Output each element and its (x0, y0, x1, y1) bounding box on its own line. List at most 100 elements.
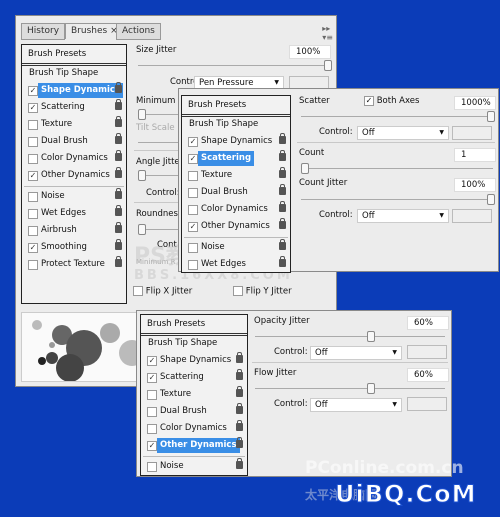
lock-icon[interactable] (236, 458, 243, 469)
checkbox[interactable]: ✓ (147, 373, 157, 383)
checkbox[interactable] (188, 205, 198, 215)
list-item[interactable]: ✓ Other Dynamics (24, 167, 124, 183)
list-item[interactable]: ✓ Other Dynamics (143, 437, 245, 453)
panel-menu-icon[interactable]: ▸▸ ▾≡ (322, 24, 333, 42)
checkbox[interactable] (28, 137, 38, 147)
tab-history[interactable]: History (21, 23, 66, 40)
list-item[interactable]: ✓ Scattering (24, 99, 124, 115)
count-input[interactable]: 1 (454, 148, 496, 162)
list-item[interactable]: Noise (143, 458, 245, 474)
lock-icon[interactable] (115, 256, 122, 267)
lock-icon[interactable] (236, 420, 243, 431)
lock-icon[interactable] (115, 133, 122, 144)
checkbox[interactable]: ✓ (28, 171, 38, 181)
control-dropdown[interactable]: Off (310, 346, 402, 360)
lock-icon[interactable] (115, 150, 122, 161)
checkbox[interactable] (147, 424, 157, 434)
scatter-slider[interactable] (301, 111, 495, 122)
list-item[interactable]: Noise (24, 188, 124, 204)
checkbox[interactable] (147, 407, 157, 417)
control-dropdown[interactable]: Off (357, 209, 449, 223)
checkbox[interactable] (147, 390, 157, 400)
count-jitter-input[interactable]: 100% (454, 178, 496, 192)
list-item[interactable]: ✓ Other Dynamics (184, 218, 288, 234)
checkbox[interactable] (28, 226, 38, 236)
checkbox[interactable] (28, 120, 38, 130)
list-item[interactable]: ✓ Scattering (184, 150, 288, 166)
checkbox[interactable]: ✓ (188, 222, 198, 232)
list-item[interactable]: Texture (24, 116, 124, 132)
lock-icon[interactable] (115, 82, 122, 93)
list-item[interactable]: ✓ Scattering (143, 369, 245, 385)
checkbox[interactable] (28, 209, 38, 219)
lock-icon[interactable] (115, 116, 122, 127)
lock-icon[interactable] (236, 403, 243, 414)
list-item[interactable]: Color Dynamics (143, 420, 245, 436)
checkbox[interactable] (188, 171, 198, 181)
list-item[interactable]: Dual Brush (24, 133, 124, 149)
list-item[interactable]: Protect Texture (24, 256, 124, 272)
brush-tip-shape-item[interactable]: Brush Tip Shape (184, 117, 288, 132)
lock-icon[interactable] (279, 133, 286, 144)
lock-icon[interactable] (279, 256, 286, 267)
lock-icon[interactable] (115, 167, 122, 178)
size-jitter-input[interactable]: 100% (289, 45, 331, 59)
checkbox[interactable]: ✓ (147, 356, 157, 366)
lock-icon[interactable] (279, 150, 286, 161)
brush-tip-shape-item[interactable]: Brush Tip Shape (143, 336, 245, 351)
list-item[interactable]: ✓ Shape Dynamics (184, 133, 288, 149)
list-item[interactable]: Color Dynamics (24, 150, 124, 166)
checkbox[interactable] (28, 154, 38, 164)
lock-icon[interactable] (115, 205, 122, 216)
list-item[interactable]: Wet Edges (184, 256, 288, 272)
lock-icon[interactable] (279, 201, 286, 212)
checkbox[interactable]: ✓ (28, 86, 38, 96)
checkbox[interactable]: ✓ (147, 441, 157, 451)
flip-y-checkbox[interactable]: Flip Y Jitter (233, 286, 292, 297)
brush-tip-shape-item[interactable]: Brush Tip Shape (24, 66, 124, 81)
checkbox[interactable]: ✓ (28, 243, 38, 253)
lock-icon[interactable] (236, 352, 243, 363)
lock-icon[interactable] (115, 188, 122, 199)
list-item[interactable]: ✓ Shape Dynamics (143, 352, 245, 368)
brush-presets-item[interactable]: Brush Presets (22, 45, 126, 66)
list-item[interactable]: Texture (184, 167, 288, 183)
brush-presets-item[interactable]: Brush Presets (182, 96, 290, 117)
checkbox[interactable]: ✓ (188, 154, 198, 164)
count-slider[interactable] (301, 163, 493, 174)
checkbox[interactable]: ✓ (28, 103, 38, 113)
list-item[interactable]: Dual Brush (184, 184, 288, 200)
lock-icon[interactable] (115, 239, 122, 250)
list-item[interactable]: Texture (143, 386, 245, 402)
lock-icon[interactable] (115, 99, 122, 110)
list-item[interactable]: ✓ Smoothing (24, 239, 124, 255)
lock-icon[interactable] (279, 218, 286, 229)
lock-icon[interactable] (236, 369, 243, 380)
lock-icon[interactable] (115, 222, 122, 233)
tab-actions[interactable]: Actions (116, 23, 161, 40)
checkbox[interactable] (28, 260, 38, 270)
lock-icon[interactable] (236, 437, 243, 448)
list-item[interactable]: Noise (184, 239, 288, 255)
flow-jitter-slider[interactable] (255, 383, 445, 394)
flow-jitter-input[interactable]: 60% (407, 368, 449, 382)
both-axes-checkbox[interactable]: ✓ Both Axes (364, 96, 419, 106)
tab-brushes[interactable]: Brushes × (65, 23, 124, 39)
lock-icon[interactable] (236, 386, 243, 397)
control-dropdown[interactable]: Off (310, 398, 402, 412)
checkbox[interactable] (147, 462, 157, 472)
lock-icon[interactable] (279, 239, 286, 250)
checkbox[interactable]: ✓ (188, 137, 198, 147)
opacity-jitter-input[interactable]: 60% (407, 316, 449, 330)
brush-presets-item[interactable]: Brush Presets (141, 315, 247, 336)
opacity-jitter-slider[interactable] (255, 331, 445, 342)
flip-x-checkbox[interactable]: Flip X Jitter (133, 286, 192, 297)
lock-icon[interactable] (279, 167, 286, 178)
checkbox[interactable] (188, 260, 198, 270)
size-jitter-slider[interactable] (138, 60, 332, 71)
list-item[interactable]: Color Dynamics (184, 201, 288, 217)
checkbox[interactable] (188, 243, 198, 253)
list-item[interactable]: Dual Brush (143, 403, 245, 419)
control-dropdown[interactable]: Off (357, 126, 449, 140)
list-item[interactable]: ✓ Shape Dynamics (24, 82, 124, 98)
